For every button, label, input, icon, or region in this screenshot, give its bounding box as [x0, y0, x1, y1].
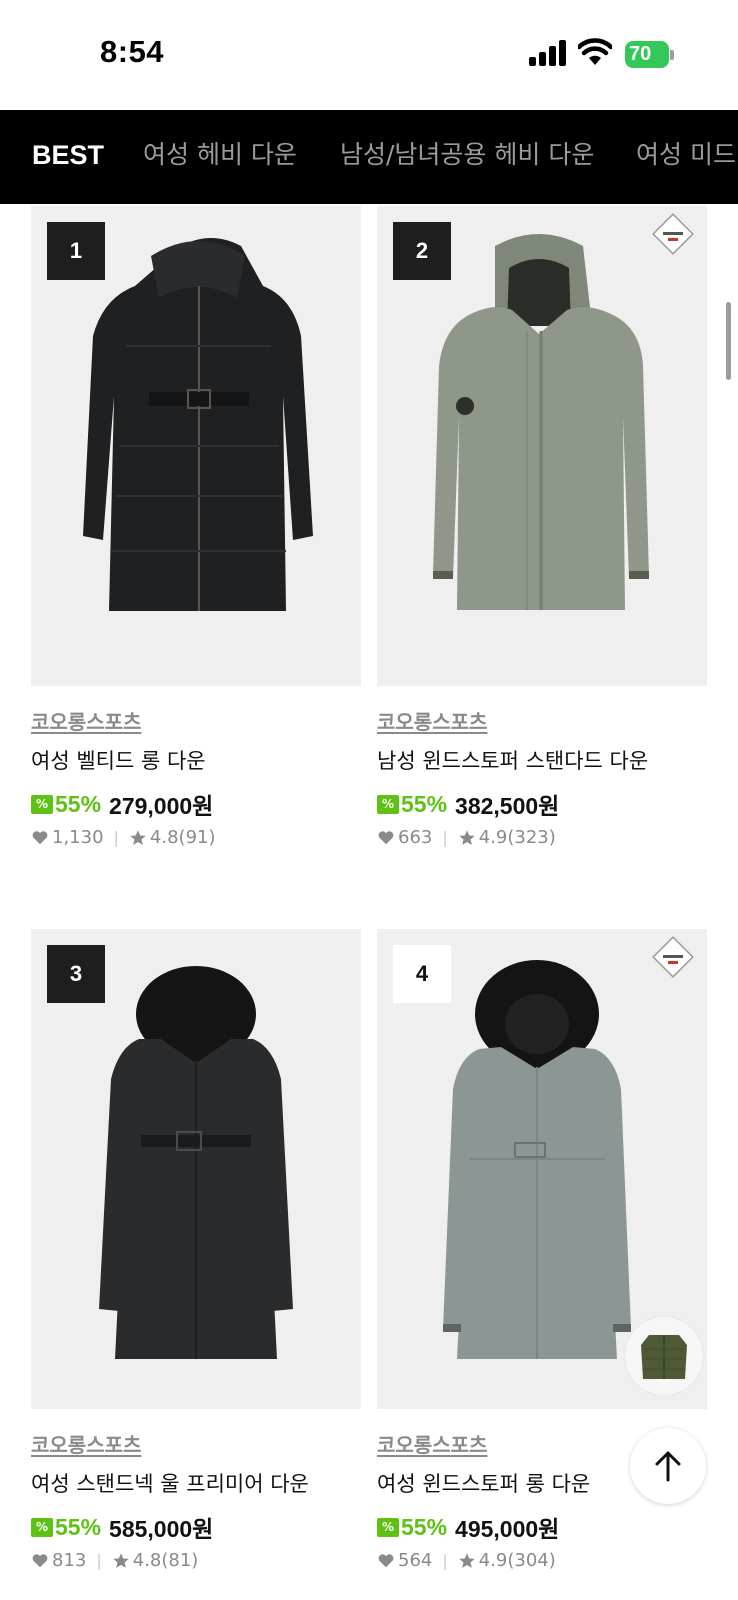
review-meta: 813 | 4.8(81)	[31, 1550, 361, 1571]
windstopper-logo	[652, 213, 694, 255]
divider: |	[113, 828, 119, 847]
battery-icon: 70	[625, 41, 674, 68]
product-card[interactable]: 1 코오롱스포츠 여성 벨티드 롱 다운 % 55% 279,000원 1,13…	[31, 206, 361, 848]
price: 495,000원	[455, 1516, 560, 1542]
like-count: 1,130	[52, 827, 104, 848]
discount-rate: 55%	[55, 1513, 102, 1540]
product-card[interactable]: 3 코오롱스포츠 여성 스탠드넥 울 프리미어 다운 % 55% 585,000…	[31, 929, 361, 1571]
discount-rate: 55%	[401, 790, 448, 817]
scroll-indicator[interactable]	[726, 302, 731, 380]
discount-rate: 55%	[401, 1513, 448, 1540]
heart-icon	[32, 830, 48, 844]
status-bar: 8:54 70	[0, 0, 738, 110]
product-name[interactable]: 여성 스탠드넥 울 프리미어 다운	[31, 1468, 361, 1498]
price-row: % 55% 585,000원	[31, 1512, 361, 1542]
rating: 4.8(91)	[149, 827, 216, 848]
heart-icon	[32, 1553, 48, 1567]
review-meta: 1,130 | 4.8(91)	[31, 827, 361, 848]
sale-percent-icon: %	[31, 794, 53, 814]
heart-icon	[378, 1553, 394, 1567]
scroll-to-top-button[interactable]	[630, 1428, 706, 1504]
product-image[interactable]: 1	[31, 206, 361, 686]
star-icon	[113, 1552, 129, 1568]
tab-women-heavy-down[interactable]: 여성 헤비 다운	[143, 110, 297, 204]
battery-level: 70	[629, 43, 652, 65]
brand-name[interactable]: 코오롱스포츠	[377, 706, 707, 735]
heart-icon	[378, 830, 394, 844]
product-image[interactable]: 2	[377, 206, 707, 686]
brand-name[interactable]: 코오롱스포츠	[31, 706, 361, 735]
rating: 4.9(323)	[478, 827, 556, 848]
product-name[interactable]: 여성 벨티드 롱 다운	[31, 745, 361, 775]
quilted-jacket-icon	[641, 1335, 687, 1379]
active-tab-indicator	[32, 200, 96, 204]
product-image[interactable]: 3	[31, 929, 361, 1409]
price: 279,000원	[109, 793, 214, 819]
cellular-signal-icon	[529, 40, 567, 66]
status-time: 8:54	[100, 34, 165, 69]
wifi-icon	[578, 38, 612, 65]
price-row: % 55% 495,000원	[377, 1512, 707, 1542]
product-name[interactable]: 남성 윈드스토퍼 스탠다드 다운	[377, 745, 707, 775]
review-meta: 564 | 4.9(304)	[377, 1550, 707, 1571]
price-row: % 55% 382,500원	[377, 789, 707, 819]
rating: 4.9(304)	[478, 1550, 556, 1571]
review-meta: 663 | 4.9(323)	[377, 827, 707, 848]
tab-women-mid[interactable]: 여성 미드,	[636, 110, 738, 204]
product-image[interactable]: 4	[377, 929, 707, 1409]
like-count: 813	[52, 1550, 87, 1571]
star-icon	[459, 829, 475, 845]
price: 382,500원	[455, 793, 560, 819]
price: 585,000원	[109, 1516, 214, 1542]
divider: |	[96, 1551, 102, 1570]
like-count: 663	[398, 827, 433, 848]
tab-men-unisex-heavy-down[interactable]: 남성/남녀공용 헤비 다운	[340, 110, 594, 204]
category-tab-bar: BEST 여성 헤비 다운 남성/남녀공용 헤비 다운 여성 미드,	[0, 110, 738, 204]
rank-badge: 4	[393, 945, 451, 1003]
windstopper-logo	[652, 936, 694, 978]
brand-name[interactable]: 코오롱스포츠	[31, 1429, 361, 1458]
divider: |	[442, 828, 448, 847]
price-row: % 55% 279,000원	[31, 789, 361, 819]
star-icon	[130, 829, 146, 845]
sale-percent-icon: %	[31, 1517, 53, 1537]
product-card[interactable]: 2 코오롱스포츠 남성 윈드스토퍼 스탠다드 다운 % 55% 382,500원…	[377, 206, 707, 848]
related-product-thumbnail[interactable]	[625, 1317, 703, 1395]
arrow-up-icon	[655, 1451, 681, 1482]
tab-best[interactable]: BEST	[32, 110, 104, 204]
discount-rate: 55%	[55, 790, 102, 817]
rating: 4.8(81)	[132, 1550, 199, 1571]
like-count: 564	[398, 1550, 433, 1571]
rank-badge: 2	[393, 222, 451, 280]
star-icon	[459, 1552, 475, 1568]
rank-badge: 1	[47, 222, 105, 280]
divider: |	[442, 1551, 448, 1570]
rank-badge: 3	[47, 945, 105, 1003]
sale-percent-icon: %	[377, 1517, 399, 1537]
sale-percent-icon: %	[377, 794, 399, 814]
